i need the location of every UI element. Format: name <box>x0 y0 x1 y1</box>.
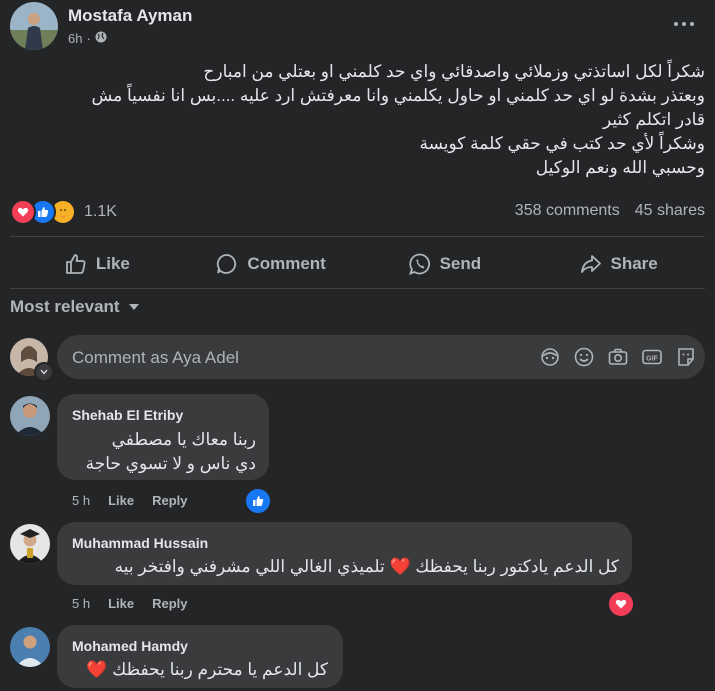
like-reaction-icon[interactable] <box>244 487 272 515</box>
emoji-icon[interactable] <box>573 346 595 368</box>
meta-separator: · <box>86 31 91 46</box>
post-author-name[interactable]: Mostafa Ayman <box>68 6 192 26</box>
commenter-avatar[interactable] <box>10 396 50 436</box>
post-author-avatar[interactable] <box>10 2 58 50</box>
avatar-sticker-icon[interactable] <box>539 346 561 368</box>
comment-like-button[interactable]: Like <box>108 493 134 508</box>
post-line: وبعتذر بشدة لو اي حد كلمني او حاول يكلمن… <box>91 86 705 105</box>
comment-sort-dropdown[interactable]: Most relevant <box>10 297 140 317</box>
comment-text: ربنا معاك يا مصطفي دي ناس و لا تسوي حاجة <box>86 428 256 476</box>
whatsapp-icon <box>408 253 430 276</box>
thumbs-up-icon <box>65 254 86 274</box>
post-line: شكراً لكل اساتذتي وزملائي واصدقائي واي ح… <box>203 62 705 81</box>
account-switch-icon[interactable] <box>34 362 54 382</box>
comments-count[interactable]: 358 comments <box>515 202 620 220</box>
camera-icon[interactable] <box>607 346 629 368</box>
share-label: Share <box>610 254 658 273</box>
send-button[interactable]: Send <box>358 242 532 286</box>
post-line: وحسبي الله ونعم الوكيل <box>535 158 705 177</box>
comment-text: كل الدعم يادكتور ربنا يحفظك ❤️ تلميذي ال… <box>115 555 619 579</box>
caret-down-icon <box>128 304 139 310</box>
love-reaction-icon[interactable] <box>607 590 635 618</box>
post-line: قادر اتكلم كثير <box>602 110 705 129</box>
share-button[interactable]: Share <box>531 242 705 286</box>
comment-reply-button[interactable]: Reply <box>152 493 187 508</box>
like-button[interactable]: Like <box>10 242 184 286</box>
comment-bubble-icon <box>217 254 237 274</box>
love-reaction-icon <box>10 199 36 225</box>
shares-count[interactable]: 45 shares <box>635 202 705 220</box>
post-stats: 358 comments 45 shares <box>515 202 705 220</box>
gif-icon[interactable]: GIF <box>641 346 663 368</box>
comment-actions: 5 h Like Reply <box>72 493 188 508</box>
sticker-icon[interactable] <box>675 346 697 368</box>
svg-text:GIF: GIF <box>646 356 658 363</box>
composer-tools: GIF <box>539 346 697 368</box>
comment-button[interactable]: Comment <box>184 242 358 286</box>
commenter-name[interactable]: Shehab El Etriby <box>72 407 183 423</box>
reaction-summary[interactable]: 1.1K <box>10 199 117 225</box>
post-time[interactable]: 6h <box>68 31 82 46</box>
comment-like-button[interactable]: Like <box>108 596 134 611</box>
reaction-count[interactable]: 1.1K <box>84 203 117 221</box>
commenter-avatar[interactable] <box>10 627 50 667</box>
comment-line: ربنا معاك يا مصطفي <box>111 430 256 449</box>
sort-label: Most relevant <box>10 297 120 316</box>
commenter-name[interactable]: Muhammad Hussain <box>72 535 208 551</box>
like-label: Like <box>95 254 130 273</box>
post-meta: 6h · <box>68 31 107 46</box>
comment-line: دي ناس و لا تسوي حاجة <box>85 454 256 473</box>
post-line: وشكراً لأي حد كتب في حقي كلمة كويسة <box>419 134 705 153</box>
more-options-icon[interactable] <box>670 14 698 34</box>
comment-reply-button[interactable]: Reply <box>152 596 187 611</box>
globe-icon <box>95 31 107 46</box>
comment-actions: 5 h Like Reply <box>72 596 188 611</box>
commenter-avatar[interactable] <box>10 524 50 564</box>
share-arrow-icon <box>580 255 601 273</box>
post-text: شكراً لكل اساتذتي وزملائي واصدقائي واي ح… <box>15 60 705 180</box>
divider <box>10 236 705 237</box>
comment-time[interactable]: 5 h <box>72 493 90 508</box>
comment-label: Comment <box>247 254 326 273</box>
comment-text: كل الدعم يا محترم ربنا يحفظك ❤️ <box>86 658 328 682</box>
comment-time[interactable]: 5 h <box>72 596 90 611</box>
send-label: Send <box>439 254 482 273</box>
commenter-name[interactable]: Mohamed Hamdy <box>72 638 188 654</box>
divider <box>10 288 705 289</box>
comment-line: كل الدعم يا محترم ربنا يحفظك ❤️ <box>86 660 328 679</box>
comment-input-placeholder: Comment as Aya Adel <box>72 348 239 367</box>
comment-line: كل الدعم يادكتور ربنا يحفظك ❤️ تلميذي ال… <box>114 557 619 576</box>
post-action-bar: Like Comment Send Share <box>10 242 705 286</box>
